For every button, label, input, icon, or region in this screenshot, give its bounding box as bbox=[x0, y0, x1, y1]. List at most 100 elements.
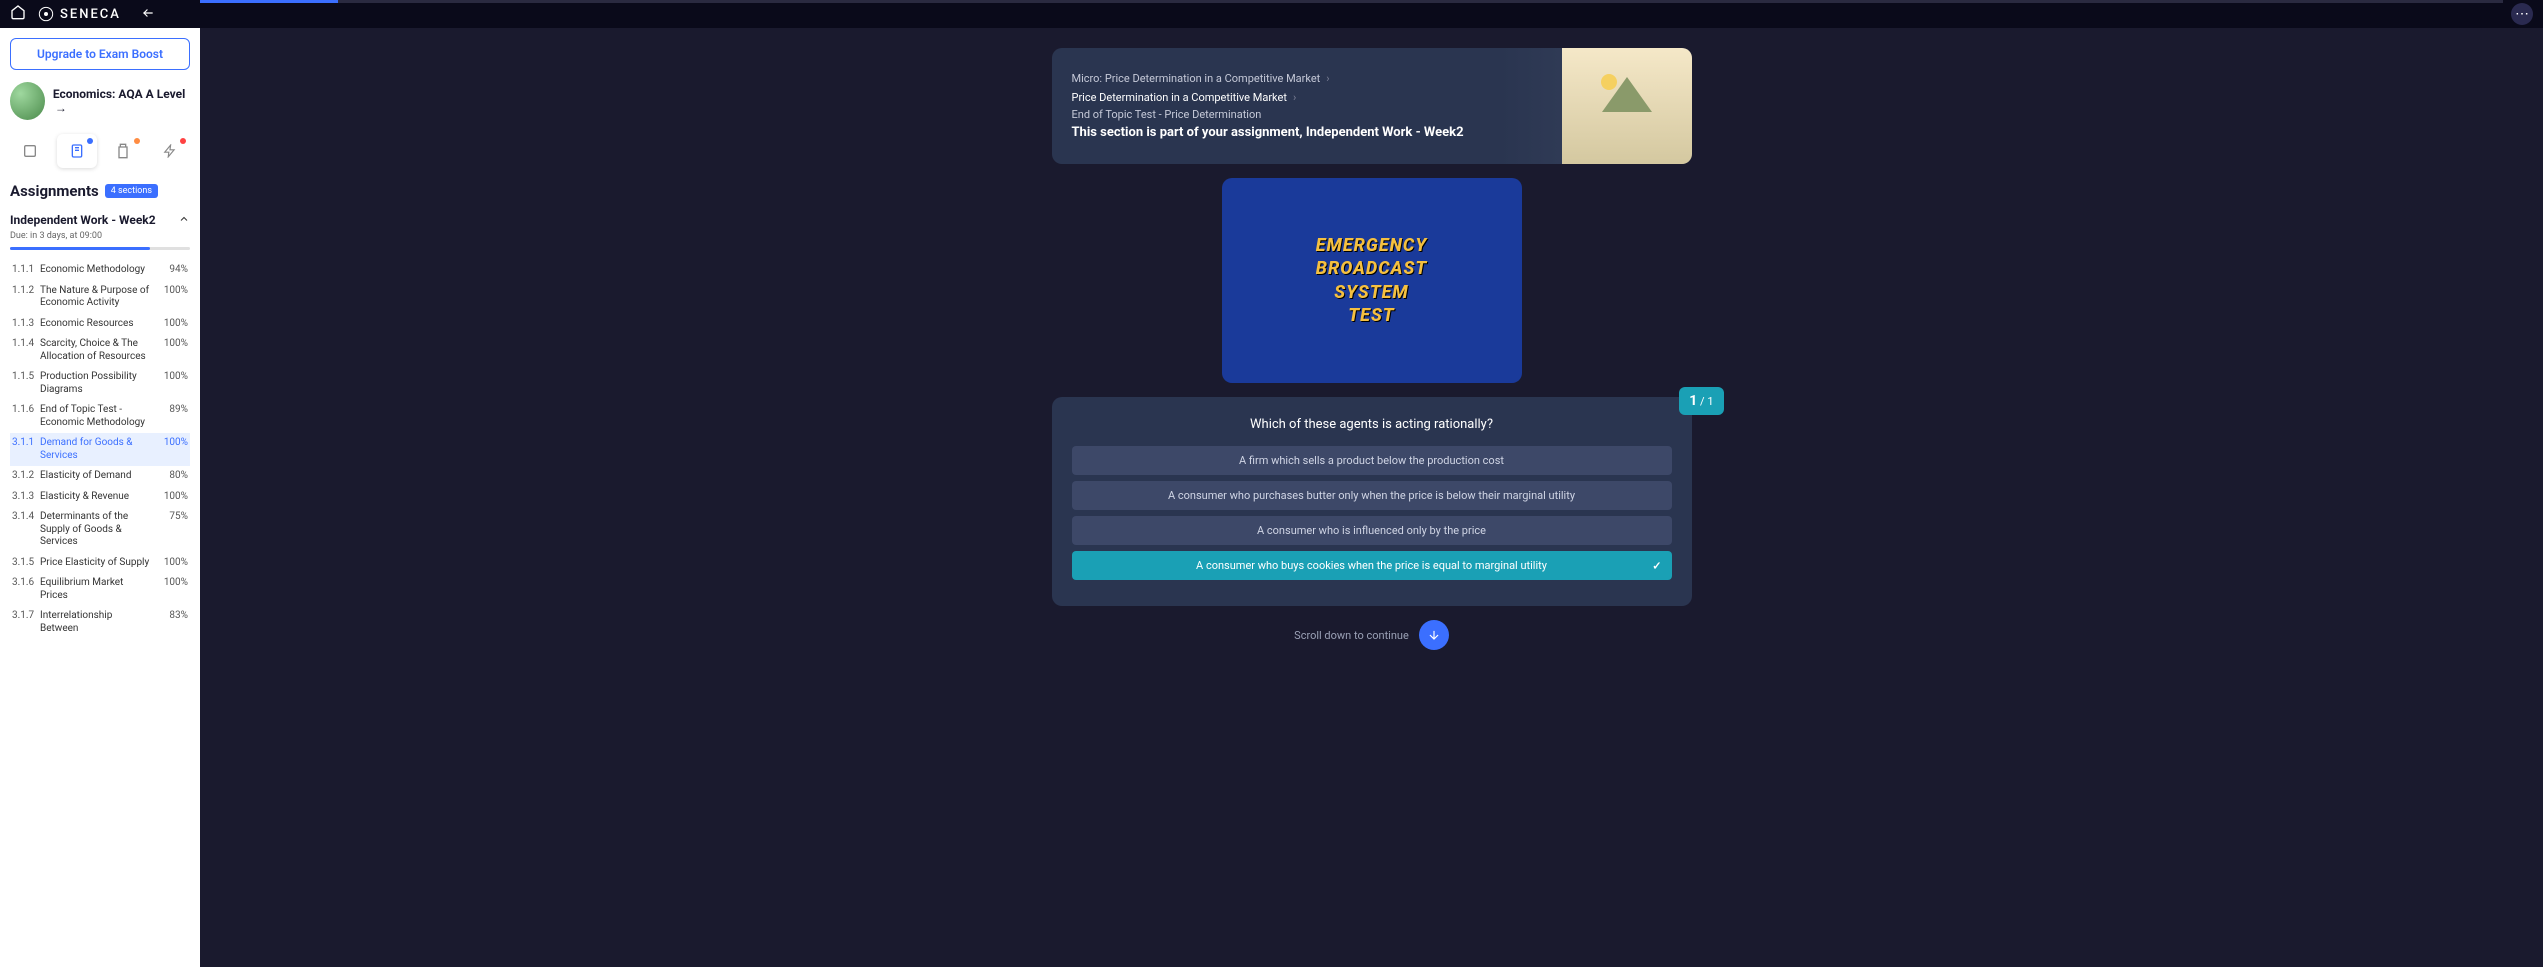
section-item[interactable]: 1.1.2The Nature & Purpose of Economic Ac… bbox=[10, 281, 190, 314]
section-percent: 100% bbox=[156, 577, 188, 588]
section-name: Determinants of the Supply of Goods & Se… bbox=[40, 511, 156, 549]
section-name: Production Possibility Diagrams bbox=[40, 371, 156, 396]
section-percent: 94% bbox=[156, 264, 188, 275]
section-item[interactable]: 1.1.4Scarcity, Choice & The Allocation o… bbox=[10, 334, 190, 367]
assignments-heading: Assignments bbox=[10, 182, 99, 200]
section-item[interactable]: 3.1.7Interrelationship Between83% bbox=[10, 606, 190, 639]
section-name: Elasticity of Demand bbox=[40, 470, 156, 483]
section-item[interactable]: 1.1.5Production Possibility Diagrams100% bbox=[10, 367, 190, 400]
scroll-down-button[interactable] bbox=[1419, 620, 1449, 650]
section-name: Demand for Goods & Services bbox=[40, 437, 156, 462]
brand-text: SENECA bbox=[60, 7, 121, 22]
topic-title: End of Topic Test - Price Determination bbox=[1072, 108, 1542, 121]
section-percent: 100% bbox=[156, 338, 188, 349]
tab-tests[interactable] bbox=[103, 134, 144, 168]
section-percent: 100% bbox=[156, 491, 188, 502]
section-item[interactable]: 1.1.6End of Topic Test - Economic Method… bbox=[10, 400, 190, 433]
question-card: 1 / 1 Which of these agents is acting ra… bbox=[1052, 397, 1692, 606]
section-number: 3.1.7 bbox=[12, 610, 40, 621]
section-name: The Nature & Purpose of Economic Activit… bbox=[40, 285, 156, 310]
section-item[interactable]: 3.1.4Determinants of the Supply of Goods… bbox=[10, 507, 190, 553]
section-percent: 83% bbox=[156, 610, 188, 621]
lesson-progress-bar bbox=[200, 0, 2503, 3]
course-avatar bbox=[10, 82, 45, 120]
section-number: 1.1.5 bbox=[12, 371, 40, 382]
media-text: BROADCAST bbox=[1316, 257, 1428, 280]
section-percent: 80% bbox=[156, 470, 188, 481]
media-text: SYSTEM bbox=[1316, 281, 1428, 304]
section-item[interactable]: 3.1.2Elasticity of Demand80% bbox=[10, 466, 190, 487]
breadcrumb-item[interactable]: Price Determination in a Competitive Mar… bbox=[1072, 91, 1287, 104]
section-name: Scarcity, Choice & The Allocation of Res… bbox=[40, 338, 156, 363]
section-name: Elasticity & Revenue bbox=[40, 491, 156, 504]
section-name: Economic Methodology bbox=[40, 264, 156, 277]
breadcrumb: Micro: Price Determination in a Competit… bbox=[1072, 72, 1542, 104]
arrow-right-icon: → bbox=[55, 101, 67, 115]
answer-option[interactable]: A consumer who is influenced only by the… bbox=[1072, 516, 1672, 545]
scroll-hint: Scroll down to continue bbox=[1294, 629, 1409, 642]
question-text: Which of these agents is acting rational… bbox=[1072, 417, 1672, 432]
section-item[interactable]: 1.1.3Economic Resources100% bbox=[10, 314, 190, 335]
section-percent: 89% bbox=[156, 404, 188, 415]
assignment-item[interactable]: Independent Work - Week2 Due: in 3 days,… bbox=[10, 210, 190, 250]
section-name: End of Topic Test - Economic Methodology bbox=[40, 404, 156, 429]
course-selector[interactable]: Economics: AQA A Level → bbox=[10, 82, 190, 120]
section-item[interactable]: 3.1.1Demand for Goods & Services100% bbox=[10, 433, 190, 466]
brand-logo[interactable]: SENECA bbox=[38, 6, 121, 22]
section-percent: 100% bbox=[156, 371, 188, 382]
tab-smart[interactable] bbox=[150, 134, 191, 168]
upgrade-button[interactable]: Upgrade to Exam Boost bbox=[10, 38, 190, 70]
section-number: 3.1.3 bbox=[12, 491, 40, 502]
course-name: Economics: AQA A Level bbox=[53, 87, 185, 101]
breadcrumb-item[interactable]: Micro: Price Determination in a Competit… bbox=[1072, 72, 1321, 85]
section-number: 1.1.1 bbox=[12, 264, 40, 275]
section-percent: 100% bbox=[156, 557, 188, 568]
chevron-up-icon bbox=[178, 210, 190, 229]
chevron-right-icon: › bbox=[1326, 72, 1329, 85]
assignment-due: Due: in 3 days, at 09:00 bbox=[10, 231, 190, 241]
main-content: Micro: Price Determination in a Competit… bbox=[200, 28, 2543, 967]
section-number: 1.1.6 bbox=[12, 404, 40, 415]
section-item[interactable]: 1.1.1Economic Methodology94% bbox=[10, 260, 190, 281]
section-number: 1.1.2 bbox=[12, 285, 40, 296]
question-media: EMERGENCY BROADCAST SYSTEM TEST bbox=[1222, 178, 1522, 383]
section-percent: 100% bbox=[156, 318, 188, 329]
section-item[interactable]: 3.1.6Equilibrium Market Prices100% bbox=[10, 573, 190, 606]
section-number: 1.1.4 bbox=[12, 338, 40, 349]
media-text: TEST bbox=[1316, 304, 1428, 327]
section-item[interactable]: 3.1.3Elasticity & Revenue100% bbox=[10, 487, 190, 508]
section-number: 3.1.1 bbox=[12, 437, 40, 448]
more-menu-button[interactable]: ⋯ bbox=[2511, 3, 2533, 25]
section-name: Equilibrium Market Prices bbox=[40, 577, 156, 602]
answer-option[interactable]: A firm which sells a product below the p… bbox=[1072, 446, 1672, 475]
answer-option[interactable]: A consumer who purchases butter only whe… bbox=[1072, 481, 1672, 510]
section-number: 3.1.5 bbox=[12, 557, 40, 568]
question-counter: 1 / 1 bbox=[1679, 387, 1723, 415]
lesson-header-card: Micro: Price Determination in a Competit… bbox=[1052, 48, 1692, 164]
section-name: Economic Resources bbox=[40, 318, 156, 331]
lesson-image bbox=[1562, 48, 1692, 164]
section-number: 1.1.3 bbox=[12, 318, 40, 329]
section-percent: 75% bbox=[156, 511, 188, 522]
section-percent: 100% bbox=[156, 285, 188, 296]
home-icon[interactable] bbox=[10, 4, 26, 24]
chevron-right-icon: › bbox=[1293, 91, 1296, 104]
sections-badge: 4 sections bbox=[105, 184, 158, 198]
assignment-info: This section is part of your assignment,… bbox=[1072, 125, 1542, 140]
assignment-title: Independent Work - Week2 bbox=[10, 213, 156, 227]
tab-assignments[interactable] bbox=[57, 134, 98, 168]
section-name: Price Elasticity of Supply bbox=[40, 557, 156, 570]
section-item[interactable]: 3.1.5Price Elasticity of Supply100% bbox=[10, 553, 190, 574]
section-number: 3.1.6 bbox=[12, 577, 40, 588]
section-name: Interrelationship Between bbox=[40, 610, 156, 635]
collapse-sidebar-icon[interactable] bbox=[141, 5, 155, 24]
media-text: EMERGENCY bbox=[1316, 234, 1428, 257]
section-percent: 100% bbox=[156, 437, 188, 448]
sidebar: Upgrade to Exam Boost Economics: AQA A L… bbox=[0, 28, 200, 967]
assignment-progress bbox=[10, 247, 190, 250]
answer-option[interactable]: A consumer who buys cookies when the pri… bbox=[1072, 551, 1672, 580]
section-number: 3.1.4 bbox=[12, 511, 40, 522]
tab-library[interactable] bbox=[10, 134, 51, 168]
section-list: 1.1.1Economic Methodology94%1.1.2The Nat… bbox=[10, 260, 190, 957]
section-number: 3.1.2 bbox=[12, 470, 40, 481]
